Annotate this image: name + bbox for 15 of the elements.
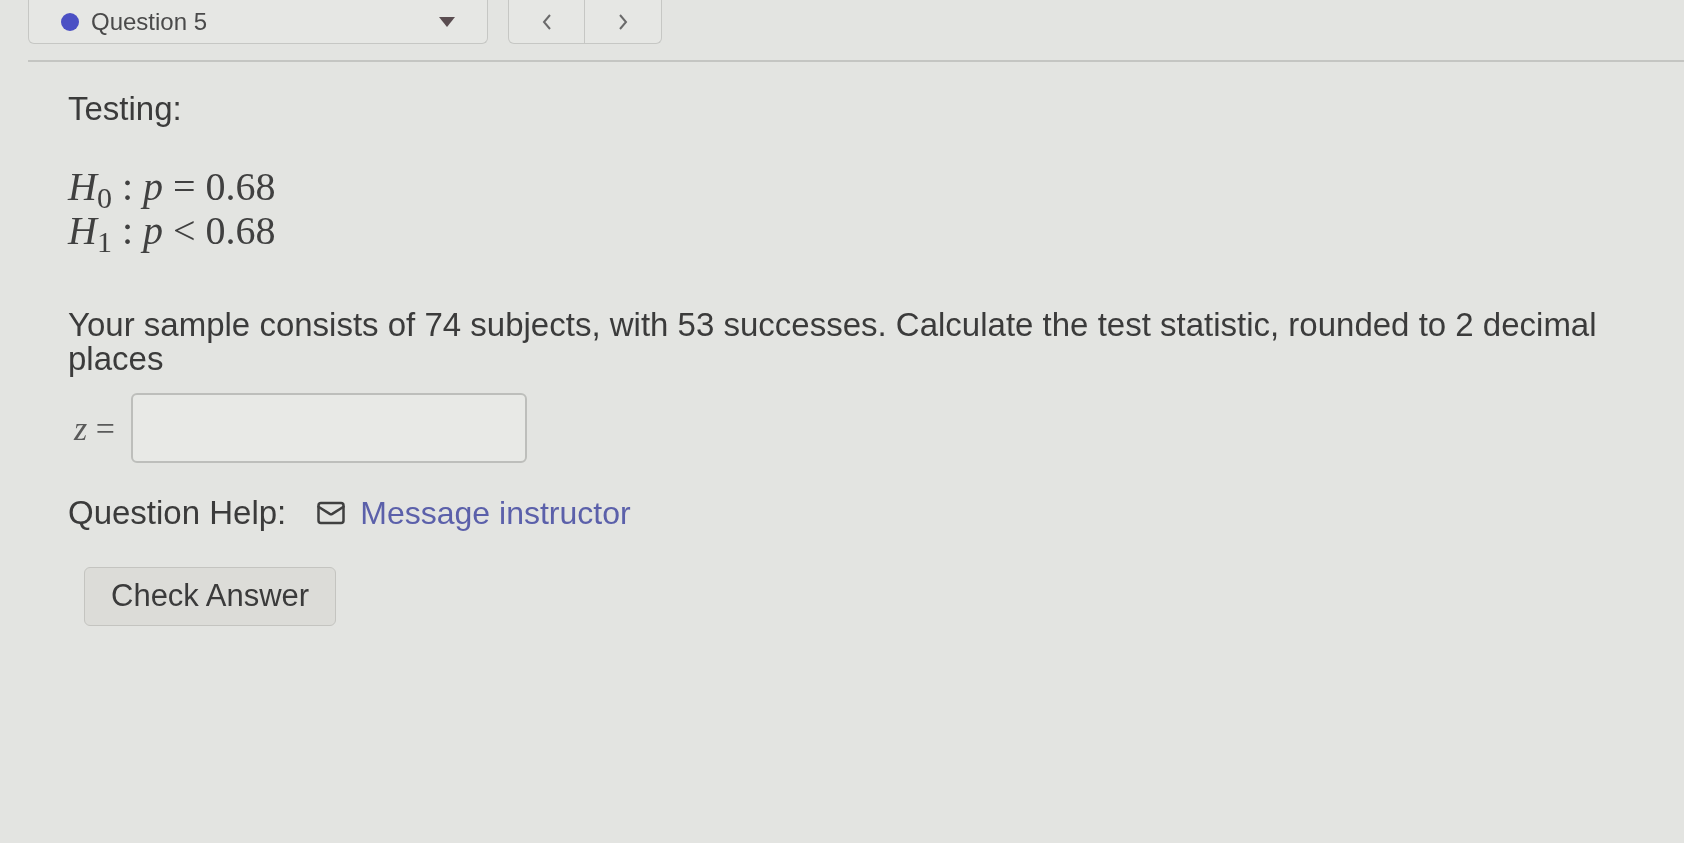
answer-field[interactable]: [130, 393, 527, 463]
help-label: Question Help:: [68, 493, 287, 533]
chevron-right-icon: [618, 13, 628, 30]
check-answer-button[interactable]: Check Answer: [84, 567, 337, 626]
status-dot-icon: [61, 12, 79, 31]
dropdown-label: Question 5: [91, 9, 208, 34]
hypothesis-line: H$_{1}$ : p < 0.68: [68, 209, 276, 253]
hypothesis-line: H$_{0}$ : p = 0.68: [68, 165, 276, 209]
message-instructor-link[interactable]: Message instructor: [360, 493, 631, 533]
question-dropdown[interactable]: Question 5: [28, 0, 488, 44]
chevron-left-icon: [541, 13, 552, 30]
testing-heading: Testing:: [68, 89, 182, 129]
question-text: Your sample consists of 74 subjects, with 53 successes. Calculate the test statistic, rounded to 2 decimal places: [68, 308, 1598, 376]
caret-icon: [439, 16, 455, 27]
z-label: z =: [74, 408, 115, 449]
